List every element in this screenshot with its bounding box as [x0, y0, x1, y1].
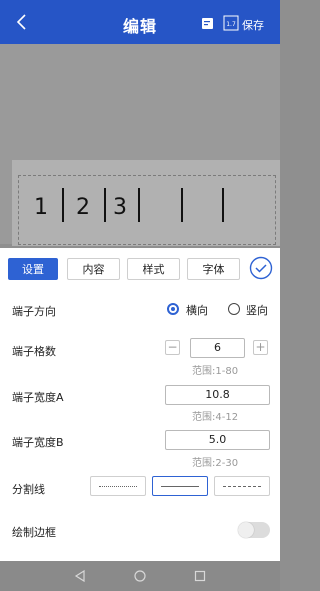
increment-button[interactable]: + — [253, 340, 268, 355]
preview-divider — [181, 188, 183, 222]
nav-recent-apps-icon[interactable] — [193, 569, 207, 583]
radio-horizontal[interactable] — [167, 303, 179, 315]
divider-style-dashed[interactable] — [214, 476, 270, 496]
preview-divider — [222, 188, 224, 222]
tab-content[interactable]: 内容 — [67, 258, 120, 280]
grid-count-label: 端子格数 — [12, 345, 56, 358]
toggle-knob — [238, 522, 254, 538]
grid-count-input[interactable]: 6 — [190, 338, 245, 358]
divider-style-solid[interactable] — [152, 476, 208, 496]
preview-divider — [104, 188, 106, 222]
decrement-button[interactable]: − — [165, 340, 180, 355]
save-button[interactable]: 保存 — [242, 17, 264, 33]
draw-border-toggle[interactable] — [238, 522, 270, 538]
confirm-check-icon[interactable] — [249, 256, 273, 280]
solid-line-icon — [161, 486, 199, 487]
preview-divider — [62, 188, 64, 222]
svg-text:1.7: 1.7 — [226, 21, 236, 28]
tab-settings[interactable]: 设置 — [8, 258, 58, 280]
width-a-label: 端子宽度A — [12, 391, 64, 404]
draw-border-label: 绘制边框 — [12, 526, 56, 539]
tab-style[interactable]: 样式 — [127, 258, 180, 280]
radio-vertical[interactable] — [228, 303, 240, 315]
radio-vertical-label[interactable]: 竖向 — [246, 302, 268, 318]
template-icon[interactable] — [201, 17, 214, 30]
app-header: 编辑 1.7 保存 — [0, 0, 280, 44]
dotted-line-icon — [99, 486, 137, 487]
grid-count-range: 范围:1-80 — [192, 366, 239, 377]
radio-horizontal-label[interactable]: 横向 — [186, 302, 208, 318]
direction-label: 端子方向 — [12, 305, 56, 318]
divider-style-dotted[interactable] — [90, 476, 146, 496]
width-b-range: 范围:2-30 — [192, 458, 239, 469]
width-a-input[interactable]: 10.8 — [165, 385, 270, 405]
nav-back-icon[interactable] — [73, 569, 87, 583]
nav-home-icon[interactable] — [133, 569, 147, 583]
save-icon[interactable]: 1.7 — [223, 15, 239, 31]
preview-cell-2: 2 — [76, 195, 90, 220]
preview-divider — [138, 188, 140, 222]
tab-font[interactable]: 字体 — [187, 258, 240, 280]
width-b-label: 端子宽度B — [12, 436, 64, 449]
preview-cell-3: 3 — [113, 195, 127, 220]
dashed-line-icon — [223, 486, 261, 487]
width-b-input[interactable]: 5.0 — [165, 430, 270, 450]
label-preview-border — [18, 175, 276, 245]
divider-label: 分割线 — [12, 483, 45, 496]
preview-cell-1: 1 — [34, 195, 48, 220]
width-a-range: 范围:4-12 — [192, 412, 239, 423]
